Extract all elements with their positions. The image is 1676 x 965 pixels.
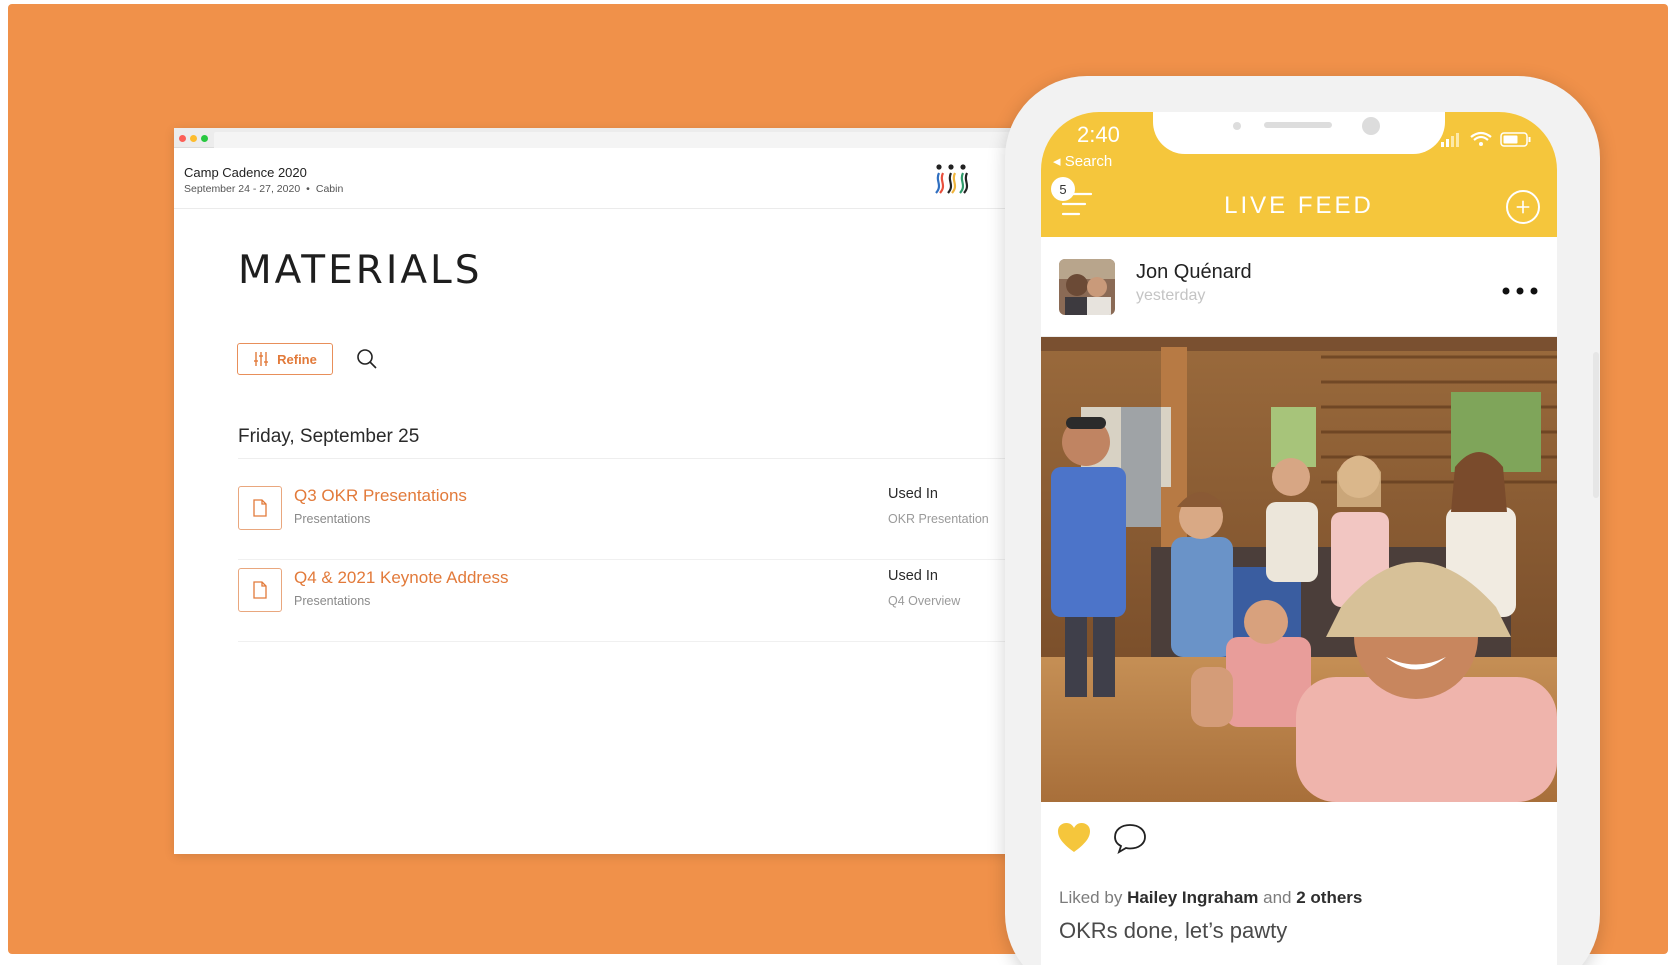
material-row: Q3 OKR Presentations Presentations Used … (238, 478, 1024, 560)
status-icons (1441, 130, 1533, 148)
date-heading: Friday, September 25 (238, 426, 420, 447)
divider (238, 458, 1024, 459)
page-title: MATERIALS (238, 248, 483, 293)
browser-window: Camp Cadence 2020 September 24 - 27, 202… (174, 128, 1024, 854)
comment-icon[interactable] (1113, 822, 1147, 854)
liked-by-others[interactable]: 2 others (1296, 888, 1362, 907)
material-type: Presentations (294, 594, 371, 608)
close-window-button[interactable] (179, 135, 186, 142)
app-header: Camp Cadence 2020 September 24 - 27, 202… (174, 149, 1024, 209)
wifi-icon (1470, 131, 1492, 146)
speaker-grille (1264, 122, 1332, 128)
feed-header: 2:40 ◂ Search 5 LIVE FEED (1041, 112, 1557, 237)
author-avatar[interactable] (1059, 259, 1115, 315)
material-title-link[interactable]: Q3 OKR Presentations (294, 486, 467, 506)
material-type: Presentations (294, 512, 371, 526)
heart-icon[interactable] (1057, 822, 1091, 854)
liked-by-text: Liked by Hailey Ingraham and 2 others (1059, 888, 1362, 908)
refine-button[interactable]: Refine (237, 343, 333, 375)
signal-icon (1441, 133, 1459, 147)
search-icon[interactable] (355, 347, 379, 371)
battery-icon (1500, 132, 1531, 147)
phone-side-button (1593, 352, 1599, 498)
used-in-value[interactable]: OKR Presentation (888, 512, 989, 526)
material-row: Q4 & 2021 Keynote Address Presentations … (238, 560, 1024, 642)
post-caption: OKRs done, let’s pawty (1059, 918, 1288, 943)
liked-by-and: and (1263, 888, 1292, 907)
back-to-search-link[interactable]: ◂ Search (1053, 152, 1112, 170)
used-in-label: Used In (888, 486, 938, 502)
used-in-value[interactable]: Q4 Overview (888, 594, 960, 608)
plus-circle-icon[interactable] (1506, 190, 1540, 224)
post-actions: Liked by Hailey Ingraham and 2 others OK… (1041, 802, 1557, 965)
event-location: Cabin (315, 183, 344, 195)
front-camera (1362, 117, 1380, 135)
liked-by-name[interactable]: Hailey Ingraham (1127, 888, 1258, 907)
used-in-label: Used In (888, 568, 938, 584)
author-name[interactable]: Jon Quénard (1136, 261, 1252, 284)
event-dates: September 24 - 27, 2020 (184, 183, 301, 195)
event-name: Camp Cadence 2020 (184, 165, 307, 180)
post-photo[interactable] (1041, 337, 1557, 802)
document-icon[interactable] (238, 568, 282, 612)
feed-title: LIVE FEED (1224, 192, 1374, 219)
event-meta: September 24 - 27, 2020 • Cabin (184, 183, 343, 195)
minimize-window-button[interactable] (190, 135, 197, 142)
meta-separator: • (306, 183, 310, 195)
more-icon[interactable] (1501, 283, 1539, 295)
post-header: Jon Quénard yesterday (1041, 237, 1557, 337)
refine-label: Refine (277, 351, 317, 367)
address-bar[interactable] (214, 132, 1024, 148)
phone-notch (1153, 112, 1445, 154)
status-time: 2:40 (1077, 122, 1120, 147)
sensor-dot (1233, 122, 1241, 130)
maximize-window-button[interactable] (201, 135, 208, 142)
sliders-icon (254, 352, 269, 366)
cadence-logo-icon[interactable] (930, 163, 972, 199)
browser-titlebar (174, 128, 1024, 148)
phone-screen: 2:40 ◂ Search 5 LIVE FEED Jon Quénard ye… (1041, 112, 1557, 965)
post-time: yesterday (1136, 287, 1206, 304)
document-icon[interactable] (238, 486, 282, 530)
liked-by-prefix: Liked by (1059, 888, 1123, 907)
material-title-link[interactable]: Q4 & 2021 Keynote Address (294, 568, 509, 588)
